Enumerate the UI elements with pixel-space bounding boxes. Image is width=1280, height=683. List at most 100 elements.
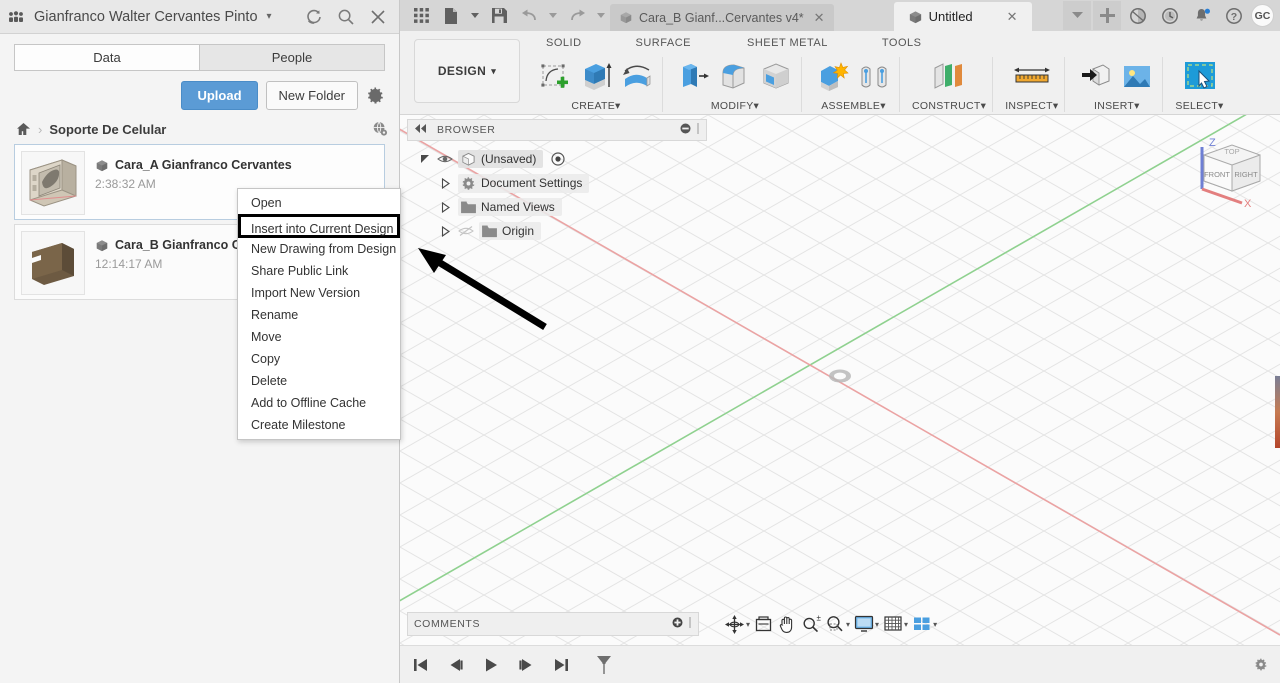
display-settings-icon[interactable]: ▾: [854, 615, 879, 633]
save-icon[interactable]: [484, 0, 514, 31]
tree-node-origin[interactable]: Origin: [407, 219, 707, 243]
tree-node-document-settings[interactable]: Document Settings: [407, 171, 707, 195]
chevron-down-icon[interactable]: ▾: [846, 620, 850, 629]
menu-item-delete[interactable]: Delete: [238, 370, 400, 392]
menu-item-new-drawing-from-design[interactable]: New Drawing from Design: [238, 238, 400, 260]
go-to-beginning-icon[interactable]: [408, 652, 434, 678]
help-icon[interactable]: ?: [1219, 0, 1249, 31]
chevron-down-icon[interactable]: [592, 0, 610, 31]
create-sketch-icon[interactable]: [536, 59, 574, 95]
add-comment-icon[interactable]: [672, 617, 683, 631]
filter-icon[interactable]: [591, 652, 617, 678]
search-icon[interactable]: [337, 8, 355, 26]
undo-icon[interactable]: [514, 0, 544, 31]
chevron-down-icon[interactable]: [544, 0, 562, 31]
eye-hidden-icon[interactable]: [458, 225, 474, 237]
tab-solid[interactable]: SOLID: [528, 37, 594, 49]
chevron-down-icon[interactable]: ▾: [267, 11, 272, 22]
view-cube[interactable]: Z X TOP FRONT RIGHT: [1180, 123, 1272, 210]
menu-item-move[interactable]: Move: [238, 326, 400, 348]
new-design-plus-icon[interactable]: [1093, 1, 1121, 30]
viewport-edge-scrollbar[interactable]: [1275, 376, 1280, 448]
chevron-down-icon[interactable]: ▾: [746, 620, 750, 629]
viewports-icon[interactable]: ▾: [912, 615, 937, 633]
eye-icon[interactable]: [437, 153, 453, 165]
redo-icon[interactable]: [562, 0, 592, 31]
tab-tools[interactable]: TOOLS: [840, 37, 934, 49]
chevron-down-icon[interactable]: ▾: [904, 620, 908, 629]
zoom-icon[interactable]: ±: [801, 614, 821, 634]
go-to-end-icon[interactable]: [548, 652, 574, 678]
menu-item-copy[interactable]: Copy: [238, 348, 400, 370]
close-icon[interactable]: ✕: [1007, 9, 1018, 25]
pan-hand-icon[interactable]: [777, 614, 797, 634]
joint-icon[interactable]: [855, 59, 893, 95]
tab-surface[interactable]: SURFACE: [594, 37, 703, 49]
document-tab-untitled[interactable]: Untitled ✕: [893, 2, 1032, 31]
insert-image-icon[interactable]: [1118, 59, 1156, 95]
chevron-down-icon[interactable]: [466, 0, 484, 31]
measure-icon[interactable]: [1009, 59, 1055, 95]
ribbon-group-label[interactable]: MODIFY▾: [711, 100, 759, 112]
press-pull-icon[interactable]: [675, 59, 713, 95]
ribbon-group-label[interactable]: INSPECT▾: [1005, 100, 1058, 112]
ribbon-group-label[interactable]: CREATE▾: [571, 100, 620, 112]
new-folder-button[interactable]: New Folder: [265, 81, 358, 110]
chevron-down-icon[interactable]: ▾: [875, 620, 879, 629]
pan-view-icon[interactable]: [754, 615, 773, 634]
expand-triangle-icon[interactable]: [439, 177, 453, 189]
panel-resize-handle[interactable]: [696, 123, 700, 137]
ribbon-group-label[interactable]: CONSTRUCT▾: [912, 100, 986, 112]
close-icon[interactable]: [369, 8, 387, 26]
ribbon-group-label[interactable]: INSERT▾: [1094, 100, 1140, 112]
play-icon[interactable]: [478, 652, 504, 678]
tree-node-named-views[interactable]: Named Views: [407, 195, 707, 219]
step-back-icon[interactable]: [443, 652, 469, 678]
offset-plane-icon[interactable]: [925, 59, 973, 95]
extrude-icon[interactable]: [577, 59, 615, 95]
menu-item-create-milestone[interactable]: Create Milestone: [238, 414, 400, 436]
tab-data[interactable]: Data: [14, 44, 199, 71]
expand-triangle-icon[interactable]: [439, 201, 453, 213]
tab-people[interactable]: People: [199, 44, 385, 71]
grid-snaps-icon[interactable]: ▾: [883, 615, 908, 633]
upload-button[interactable]: Upload: [181, 81, 258, 110]
ribbon-group-label[interactable]: SELECT▾: [1175, 100, 1223, 112]
tree-node-unsaved[interactable]: (Unsaved): [407, 147, 707, 171]
document-tab-cara-b[interactable]: Cara_B Gianf...Cervantes v4* ✕: [610, 4, 834, 31]
expand-triangle-icon[interactable]: [418, 154, 432, 165]
workspace-switcher-design[interactable]: DESIGN ▾: [414, 39, 520, 103]
new-component-icon[interactable]: [814, 59, 852, 95]
refresh-icon[interactable]: [305, 8, 323, 26]
shell-icon[interactable]: [757, 59, 795, 95]
expand-triangle-icon[interactable]: [439, 225, 453, 237]
tab-sheet-metal[interactable]: SHEET METAL: [703, 37, 840, 49]
step-forward-icon[interactable]: [513, 652, 539, 678]
minimize-icon[interactable]: [680, 123, 691, 137]
job-status-icon[interactable]: [1123, 0, 1153, 31]
orbit-icon[interactable]: ▾: [724, 614, 750, 635]
target-icon[interactable]: [551, 152, 565, 166]
gear-icon[interactable]: [366, 86, 385, 105]
menu-item-open[interactable]: Open: [238, 192, 400, 214]
ribbon-group-label[interactable]: ASSEMBLE▾: [821, 100, 886, 112]
breadcrumb-current[interactable]: Soporte De Celular: [49, 122, 166, 137]
menu-item-import-new-version[interactable]: Import New Version: [238, 282, 400, 304]
globe-icon[interactable]: [371, 120, 389, 138]
insert-derive-icon[interactable]: [1077, 59, 1115, 95]
zoom-window-icon[interactable]: ▾: [825, 614, 850, 634]
comments-panel[interactable]: COMMENTS: [407, 612, 699, 636]
menu-item-share-public-link[interactable]: Share Public Link: [238, 260, 400, 282]
chevron-down-icon[interactable]: ▾: [933, 620, 937, 629]
notifications-bell-icon[interactable]: [1187, 0, 1217, 31]
tab-list-chevron-down-icon[interactable]: [1063, 1, 1091, 30]
timeline-settings-gear-icon[interactable]: [1254, 652, 1280, 678]
close-icon[interactable]: ✕: [814, 10, 825, 26]
home-icon[interactable]: [16, 122, 31, 136]
collapse-left-icon[interactable]: [414, 124, 427, 136]
new-file-icon[interactable]: [436, 0, 466, 31]
fillet-icon[interactable]: [716, 59, 754, 95]
avatar[interactable]: GC: [1251, 4, 1274, 27]
grid-apps-icon[interactable]: [406, 0, 436, 31]
revolve-icon[interactable]: [618, 59, 656, 95]
